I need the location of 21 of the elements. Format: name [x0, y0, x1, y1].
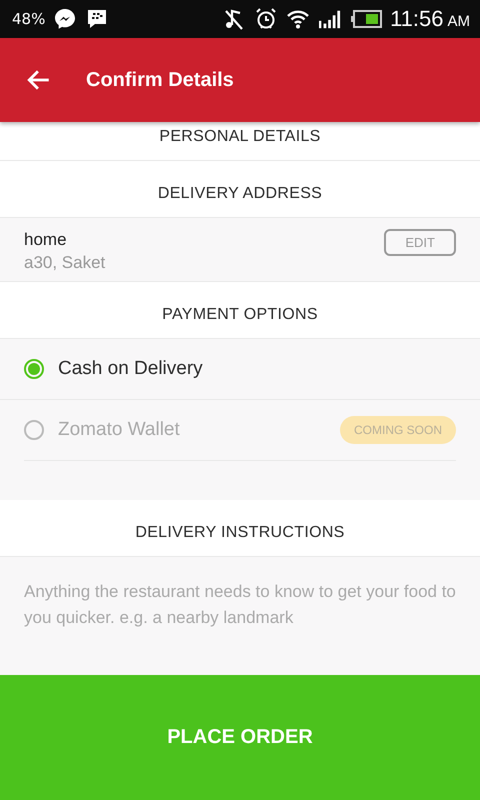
address-label: home [24, 230, 68, 250]
messenger-icon [53, 7, 78, 31]
signal-icon [318, 8, 342, 30]
instructions-field[interactable]: Anything the restaurant needs to know to get your food to you quicker. e.g. a nearby landmark [0, 557, 480, 675]
coming-soon-badge: COMING SOON [340, 416, 456, 444]
section-heading[interactable]: PERSONAL DETAILS [159, 128, 321, 146]
screen-title: Confirm Details [86, 68, 234, 92]
clock-am-pm: AM [448, 12, 470, 30]
section-heading: DELIVERY INSTRUCTIONS [135, 524, 345, 542]
clock-time: 11:56 [390, 6, 444, 32]
alarm-icon [254, 7, 278, 31]
radio-button[interactable] [24, 359, 44, 379]
payment-option-label: Zomato Wallet [58, 419, 181, 441]
battery-icon [350, 10, 382, 28]
address-text: a30, Saket [24, 253, 106, 273]
address-row[interactable]: home a30, Saket EDIT [0, 218, 480, 282]
section-heading: PAYMENT OPTIONS [162, 306, 318, 324]
section-heading: DELIVERY ADDRESS [158, 185, 322, 203]
payment-option[interactable]: Cash on Delivery [0, 339, 480, 400]
battery-percent: 48% [12, 10, 46, 28]
payment-option-label: Cash on Delivery [58, 358, 204, 380]
